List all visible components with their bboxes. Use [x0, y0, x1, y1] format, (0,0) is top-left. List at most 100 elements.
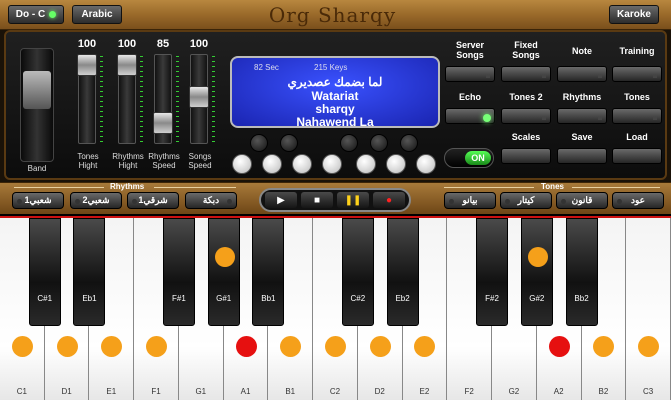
tones-button[interactable] [612, 108, 662, 124]
rhythms-group-label: Rhythms [110, 182, 145, 191]
band-slider[interactable] [20, 48, 54, 162]
fader-handle[interactable] [189, 86, 209, 108]
pad-button[interactable] [416, 154, 436, 174]
black-key-eb2[interactable]: Eb2 [386, 218, 419, 326]
note-marker-icon [214, 247, 235, 267]
pad-button[interactable] [386, 154, 406, 174]
fader-label: Tones Hight [77, 152, 99, 170]
band-slider-handle[interactable] [23, 71, 51, 109]
lcd-display: 82 Sec 215 Keys لما بضمك عصديري Watariat… [230, 56, 440, 129]
tone-button-qanun[interactable]: قانون [556, 192, 608, 209]
key-label: A2 [553, 387, 564, 396]
scale-led-icon [49, 11, 57, 18]
save-button[interactable] [557, 148, 607, 164]
effect-knob[interactable] [400, 134, 418, 152]
tones2-button[interactable] [501, 108, 551, 124]
effect-knob[interactable] [370, 134, 388, 152]
tones2-label: Tones 2 [509, 92, 543, 102]
rhythms-label: Rhythms [562, 92, 602, 102]
black-key-csharp1[interactable]: C#1 [28, 218, 61, 326]
fader-handle[interactable] [77, 54, 97, 76]
stop-icon[interactable]: ■ [301, 192, 333, 208]
pad-button[interactable] [356, 154, 376, 174]
black-key-eb1[interactable]: Eb1 [73, 218, 106, 326]
server-songs-button[interactable] [445, 66, 495, 82]
load-button[interactable] [612, 148, 662, 164]
fixed-songs-button[interactable] [501, 66, 551, 82]
karoke-button[interactable]: Karoke [609, 5, 659, 24]
rhythm-button-sharqi1[interactable]: شرقي1 [127, 192, 179, 209]
black-key-gsharp1[interactable]: G#1 [207, 218, 240, 326]
note-marker-icon [324, 336, 346, 357]
note-marker-icon [548, 336, 570, 357]
black-key-bb2[interactable]: Bb2 [565, 218, 598, 326]
key-label: C2 [329, 387, 341, 396]
on-toggle[interactable]: ON [444, 148, 494, 168]
top-bar: Do - C Arabic Org Sharqy Karoke [0, 0, 671, 30]
fader-scale [212, 56, 215, 142]
control-panel: Band 100 Tones Hight 100 Rhythms Hight 85 Rhy… [4, 30, 667, 180]
pause-icon[interactable]: ❚❚ [337, 192, 369, 208]
pad-button[interactable] [292, 154, 312, 174]
key-label: Eb1 [82, 294, 97, 303]
app-title: Org Sharqy [268, 3, 397, 27]
black-key-bb1[interactable]: Bb1 [252, 218, 285, 326]
tone-button-guitar[interactable]: كيتار [500, 192, 552, 209]
pad-button[interactable] [322, 154, 342, 174]
record-icon[interactable]: ● [373, 192, 405, 208]
key-label: A1 [240, 387, 251, 396]
black-key-gsharp2[interactable]: G#2 [520, 218, 553, 326]
fader-handle[interactable] [153, 112, 173, 134]
fader-value: 100 [117, 38, 137, 50]
pad-button[interactable] [262, 154, 282, 174]
black-key-fsharp1[interactable]: F#1 [162, 218, 195, 326]
black-key-csharp2[interactable]: C#2 [341, 218, 374, 326]
scales-button[interactable] [501, 148, 551, 164]
rhythm-button-shaabi1[interactable]: شعبي1 [12, 192, 64, 209]
fader-handle[interactable] [117, 54, 137, 76]
black-key-fsharp2[interactable]: F#2 [476, 218, 509, 326]
effect-knob[interactable] [280, 134, 298, 152]
rhythms-button[interactable] [557, 108, 607, 124]
tones-group-label: Tones [541, 182, 564, 191]
lcd-subcategory: sharqy [315, 102, 355, 116]
rhythm-button-shaabi2[interactable]: شعبي2 [70, 192, 122, 209]
key-label: G2 [508, 387, 520, 396]
note-marker-icon [369, 336, 391, 357]
rhythm-button-dabka[interactable]: دبكة [185, 192, 237, 209]
scale-button[interactable]: Do - C [8, 5, 64, 24]
fader-label: Songs Speed [188, 152, 212, 170]
fader-value: 85 [156, 38, 170, 50]
tones-label: Tones [624, 92, 650, 102]
note-marker-icon [593, 336, 615, 357]
white-key-c3[interactable]: C3 [626, 218, 671, 400]
echo-led-icon [483, 114, 491, 122]
key-label: D1 [61, 387, 72, 396]
play-icon[interactable]: ▶ [265, 192, 297, 208]
on-toggle-label: ON [465, 151, 491, 165]
pad-button[interactable] [232, 154, 252, 174]
note-button[interactable] [557, 66, 607, 82]
effect-knob[interactable] [250, 134, 268, 152]
training-button[interactable] [612, 66, 662, 82]
echo-label: Echo [458, 92, 481, 102]
key-label: C#2 [350, 294, 366, 303]
language-button[interactable]: Arabic [72, 5, 122, 24]
fader-scale [176, 56, 179, 142]
key-label: B2 [598, 387, 609, 396]
effect-knob[interactable] [340, 134, 358, 152]
language-button-label: Arabic [81, 9, 113, 20]
note-marker-icon [280, 336, 302, 357]
key-label: C3 [643, 387, 654, 396]
lcd-scale: Nahawend La [296, 115, 374, 129]
fader-scale [140, 56, 143, 142]
note-label: Note [572, 46, 592, 56]
note-marker-icon [235, 336, 257, 357]
key-label: Eb2 [395, 294, 410, 303]
fader-label: Rhythms Hight [112, 152, 144, 170]
key-label: Bb2 [574, 294, 589, 303]
fader-label: Rhythms Speed [148, 152, 180, 170]
tone-button-piano[interactable]: بيانو [444, 192, 496, 209]
key-label: G#2 [529, 294, 545, 303]
tone-button-oud[interactable]: عود [612, 192, 664, 209]
